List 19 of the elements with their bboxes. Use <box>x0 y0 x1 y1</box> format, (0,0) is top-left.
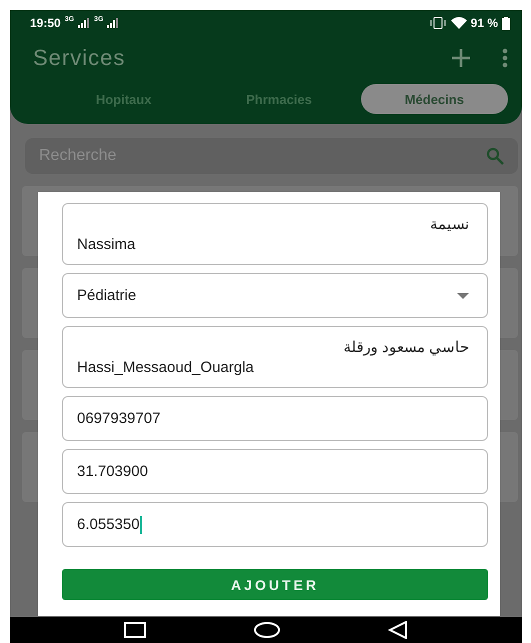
battery-percent: 91 % <box>470 16 498 30</box>
vibrate-icon <box>428 17 447 29</box>
input-field[interactable]: 31.703900 <box>62 449 488 494</box>
add-icon[interactable] <box>450 47 472 69</box>
signal-icon <box>78 18 90 28</box>
add-button[interactable]: AJOUTER <box>62 569 488 600</box>
back-icon[interactable] <box>388 621 408 639</box>
more-icon[interactable] <box>502 48 508 68</box>
caret-icon <box>457 292 469 298</box>
input-field[interactable]: 6.055350 <box>62 502 488 547</box>
battery-icon <box>502 16 510 30</box>
clock-time: 19:50 <box>30 16 61 30</box>
signal-icon <box>107 18 120 28</box>
wifi-icon <box>450 17 467 29</box>
specialty-dropdown[interactable]: Pédiatrie <box>62 273 488 318</box>
recents-icon[interactable] <box>124 622 146 638</box>
screen-title: Services <box>33 45 126 71</box>
input-field[interactable]: 0697939707 <box>62 396 488 441</box>
home-icon[interactable] <box>254 622 280 638</box>
